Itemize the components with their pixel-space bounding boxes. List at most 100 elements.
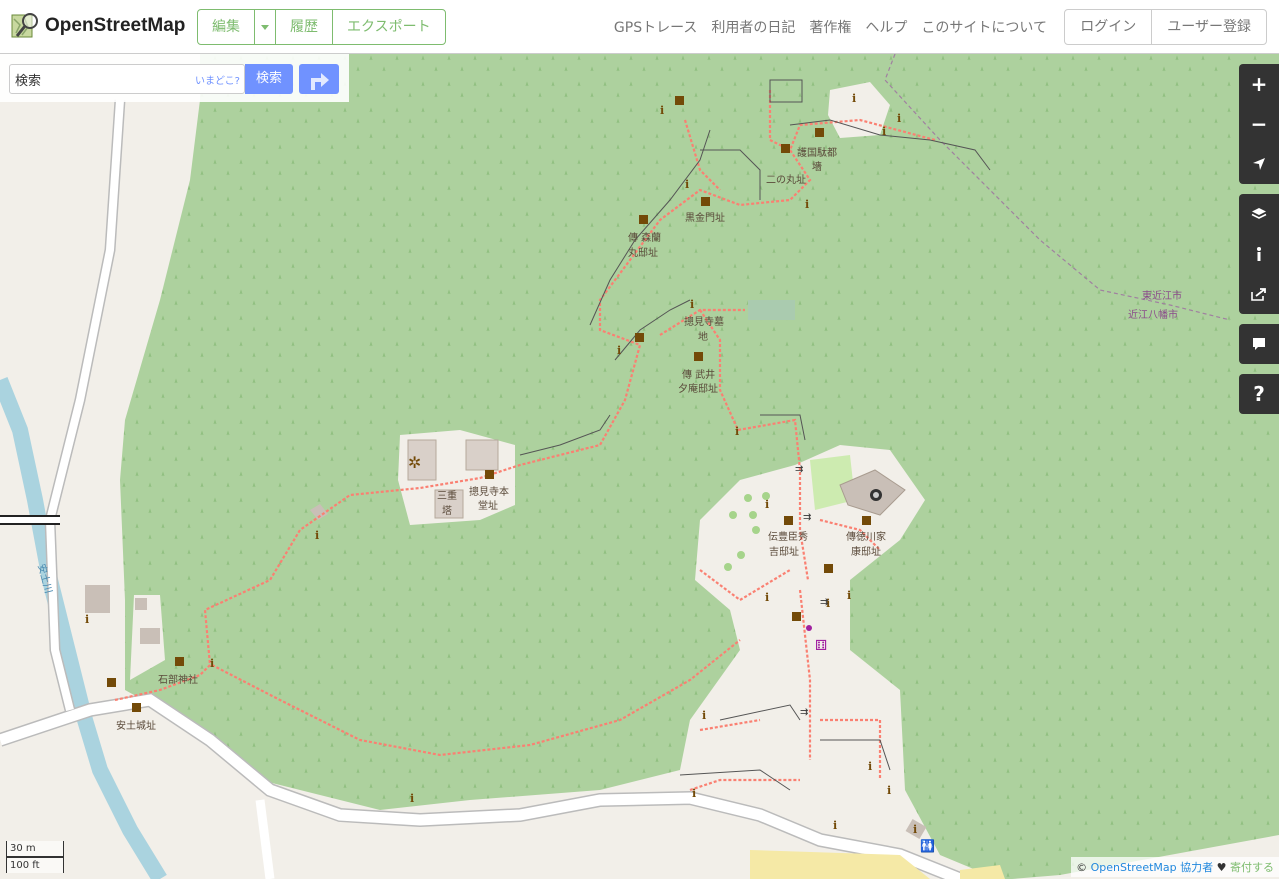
query-features-button[interactable]: ? [1239,374,1279,414]
share-button[interactable] [1239,274,1279,314]
svg-text:i: i [765,591,769,604]
label-takei2: 夕庵邸址 [678,382,718,395]
zoom-in-button[interactable]: + [1239,64,1279,104]
search-box: いまどこ? [9,64,245,94]
svg-text:i: i [690,298,694,311]
label-gokokusha: 護国駄都 [797,146,837,159]
edit-dropdown-caret[interactable] [255,10,276,44]
svg-text:⇉: ⇉ [820,597,828,608]
svg-text:i: i [692,787,696,800]
search-button[interactable]: 検索 [245,64,293,94]
label-kuroganemon: 黒金門址 [685,211,725,224]
zoom-out-button[interactable]: − [1239,104,1279,144]
svg-text:i: i [847,589,851,602]
label-ieyasu: 傳徳川家 [846,530,886,543]
share-icon [1251,288,1266,301]
label-morimaru2: 丸邸址 [628,246,658,259]
osm-app: OpenStreetMap 編集 履歴 エクスポート GPSトレース 利用者の日… [0,0,1279,879]
toilet-icon: 🚻 [920,839,935,853]
donate-link[interactable]: 寄付する [1230,861,1274,874]
info-icon [1257,247,1261,261]
svg-text:i: i [735,425,739,438]
label-ninomaru: 二の丸址 [766,173,806,186]
export-button[interactable]: エクスポート [333,10,445,44]
svg-text:i: i [315,529,319,542]
map-canvas[interactable]: iii iii iii iii iii iii iii ii ✲ ⚅ 🚻 ⇉ ⇉… [0,54,1279,879]
svg-text:i: i [868,760,872,773]
history-button[interactable]: 履歴 [276,10,333,44]
copyright-symbol: © [1076,861,1088,874]
layers-button[interactable] [1239,194,1279,234]
comment-icon [1253,338,1265,350]
auth-buttons: ログイン ユーザー登録 [1064,9,1267,45]
logo-text: OpenStreetMap [45,15,186,36]
map-key-button[interactable] [1239,234,1279,274]
signup-button[interactable]: ユーザー登録 [1152,10,1266,44]
attribution: © OpenStreetMap 協力者 ♥ 寄付する [1071,857,1279,877]
nav-about[interactable]: このサイトについて [921,17,1047,37]
nav-copyright[interactable]: 著作権 [809,17,851,37]
map-tools [1239,194,1279,314]
svg-text:i: i [85,613,89,626]
where-am-i-link[interactable]: いまどこ? [195,72,240,87]
directions-button[interactable] [299,64,339,94]
scale-metric: 30 m [6,841,64,857]
directions-icon [311,73,329,90]
label-gokokusha2: 墻 [812,160,822,173]
label-sokenji-hondo2: 堂址 [478,499,498,512]
label-takei: 傳 武井 [682,368,715,381]
scale-imperial: 100 ft [6,857,64,873]
osm-logo[interactable]: OpenStreetMap [10,11,185,41]
temple-symbol: ✲ [408,453,421,472]
svg-text:i: i [685,178,689,191]
contributors-link[interactable]: 協力者 [1180,861,1213,874]
osm-link[interactable]: OpenStreetMap [1091,861,1177,874]
location-arrow-icon [1253,158,1265,170]
zoom-controls: + − [1239,64,1279,184]
svg-text:i: i [660,104,664,117]
svg-text:i: i [887,784,891,797]
search-panel: いまどこ? 検索 [0,54,349,102]
label-ieyasu2: 康邸址 [851,545,881,558]
nav-help[interactable]: ヘルプ [865,17,907,37]
edit-button[interactable]: 編集 [198,10,255,44]
label-sokenji-grave2: 地 [698,330,708,343]
label-sokenji-grave: 摠見寺墓 [684,315,724,328]
label-azuchi: 安土城址 [116,719,156,732]
label-morimaru: 傳 森蘭 [628,231,661,244]
svg-text:i: i [833,819,837,832]
add-note-button[interactable] [1239,324,1279,364]
svg-text:i: i [210,657,214,670]
search-input[interactable] [15,69,185,89]
svg-text:i: i [410,792,414,805]
gift-icon: ⚅ [815,638,827,654]
poi-marker [806,625,812,631]
nav-gps-traces[interactable]: GPSトレース [614,17,697,37]
cemetery [748,300,795,320]
svg-text:⇉: ⇉ [795,464,803,475]
svg-text:i: i [805,198,809,211]
top-bar: OpenStreetMap 編集 履歴 エクスポート GPSトレース 利用者の日… [0,0,1279,54]
svg-text:i: i [897,112,901,125]
heart-icon: ♥ [1216,861,1227,874]
svg-text:i: i [617,344,621,357]
nav-user-diaries[interactable]: 利用者の日記 [711,17,795,37]
plus-icon: + [1250,72,1268,96]
edit-button-group: 編集 履歴 エクスポート [197,9,446,45]
caret-down-icon [261,25,269,30]
minus-icon: − [1250,112,1268,136]
label-ishibe: 石部神社 [158,673,198,686]
label-hideyoshi: 伝豊臣秀 [768,530,808,543]
label-sokenji-hondo: 摠見寺本 [469,485,509,498]
help-controls: ? [1239,374,1279,414]
magnifier-logo-icon [11,13,38,38]
layers-icon [1251,208,1267,219]
label-city1: 東近江市 [1142,289,1182,302]
scale-bar: 30 m 100 ft [6,841,64,873]
login-button[interactable]: ログイン [1065,10,1153,44]
nav-links: GPSトレース 利用者の日記 著作権 ヘルプ このサイトについて [614,17,1047,37]
locate-button[interactable] [1239,144,1279,184]
svg-text:i: i [702,709,706,722]
label-sanju: 三重 [437,489,457,502]
note-controls [1239,324,1279,364]
